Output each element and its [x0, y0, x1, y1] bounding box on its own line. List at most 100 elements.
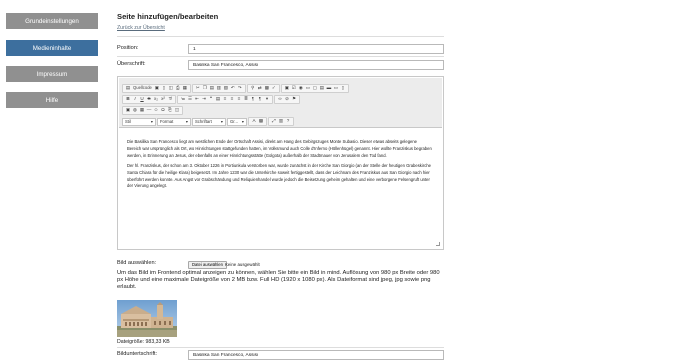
- editor-toolbar: ▤ Quellcode ▣ ▯ ◫ ⎙ ▦ ✂ ❐ ▤ ▥ ▧ ↶ ↷ ⚲ ⇄ …: [119, 78, 442, 128]
- heading-label: Überschrift:: [117, 61, 146, 67]
- paste-word-icon[interactable]: ▧: [223, 85, 229, 92]
- paste-icon[interactable]: ▤: [209, 85, 215, 92]
- numbered-list-icon[interactable]: ≔: [180, 96, 186, 103]
- styles-select[interactable]: Stil ▾: [122, 117, 156, 126]
- language-icon[interactable]: ▾: [264, 96, 270, 103]
- sidebar-item-hilfe[interactable]: Hilfe: [6, 92, 98, 108]
- flash-icon[interactable]: ◍: [132, 107, 138, 114]
- iframe-icon[interactable]: ◫: [174, 107, 180, 114]
- anchor-icon[interactable]: ⚑: [291, 96, 297, 103]
- align-right-icon[interactable]: ≡: [236, 96, 242, 103]
- font-select[interactable]: Schriftart ▾: [192, 117, 226, 126]
- size-select[interactable]: Gr... ▾: [227, 117, 247, 126]
- back-link[interactable]: Zurück zur Übersicht: [117, 25, 165, 31]
- special-char-icon[interactable]: Ω: [160, 107, 166, 114]
- text-color-icon[interactable]: A: [251, 118, 257, 125]
- caption-input[interactable]: [188, 350, 444, 360]
- superscript-icon[interactable]: x²: [160, 96, 166, 103]
- position-input[interactable]: [188, 44, 444, 54]
- button-field-icon[interactable]: ▬: [326, 85, 332, 92]
- cut-icon[interactable]: ✂: [195, 85, 201, 92]
- chevron-down-icon: ▾: [241, 119, 244, 124]
- heading-input[interactable]: [188, 60, 444, 70]
- image-thumbnail: [117, 300, 177, 337]
- toolbar-row: ▣ ◍ ▦ ― ☺ Ω ⎘ ◫: [122, 106, 183, 115]
- sidebar-item-grundeinstellungen[interactable]: Grundeinstellungen: [6, 13, 98, 29]
- editor-paragraph: Der hl. Franziskus, der schon am 3. Okto…: [127, 162, 431, 189]
- align-center-icon[interactable]: ≡: [229, 96, 235, 103]
- toolbar-group: ▣ ◍ ▦ ― ☺ Ω ⎘ ◫: [122, 106, 183, 115]
- blockquote-icon[interactable]: ❞: [208, 96, 214, 103]
- strike-icon[interactable]: S: [146, 96, 152, 103]
- sidebar-item-medieninhalte[interactable]: Medieninhalte: [6, 40, 98, 56]
- select-all-icon[interactable]: ▩: [264, 85, 270, 92]
- subscript-icon[interactable]: x₂: [153, 96, 159, 103]
- textarea-icon[interactable]: ▢: [312, 85, 318, 92]
- image-button-icon[interactable]: ▭: [333, 85, 339, 92]
- hidden-field-icon[interactable]: ▯: [340, 85, 346, 92]
- templates-icon[interactable]: ▦: [182, 85, 188, 92]
- table-icon[interactable]: ▦: [139, 107, 145, 114]
- hr-icon[interactable]: ―: [146, 107, 152, 114]
- smiley-icon[interactable]: ☺: [153, 107, 159, 114]
- basilica-image: [117, 300, 177, 337]
- show-blocks-icon[interactable]: ▥: [278, 118, 284, 125]
- bg-color-icon[interactable]: ▩: [258, 118, 264, 125]
- font-select-value: Schriftart: [195, 119, 212, 124]
- save-icon[interactable]: ▣: [154, 85, 160, 92]
- page-break-icon[interactable]: ⎘: [167, 107, 173, 114]
- preview-icon[interactable]: ◫: [168, 85, 174, 92]
- image-icon[interactable]: ▣: [125, 107, 131, 114]
- align-left-icon[interactable]: ≡: [222, 96, 228, 103]
- link-icon[interactable]: ∞: [277, 96, 283, 103]
- find-icon[interactable]: ⚲: [250, 85, 256, 92]
- underline-icon[interactable]: U: [139, 96, 145, 103]
- divider: [117, 347, 444, 348]
- remove-format-icon[interactable]: T̸: [167, 96, 173, 103]
- unlink-icon[interactable]: ⊘: [284, 96, 290, 103]
- maximize-icon[interactable]: ⤢: [271, 118, 277, 125]
- undo-icon[interactable]: ↶: [230, 85, 236, 92]
- toolbar-row: ▤ Quellcode ▣ ▯ ◫ ⎙ ▦ ✂ ❐ ▤ ▥ ▧ ↶ ↷ ⚲ ⇄ …: [122, 84, 349, 93]
- format-select[interactable]: Format ▾: [157, 117, 191, 126]
- radio-icon[interactable]: ◉: [298, 85, 304, 92]
- redo-icon[interactable]: ↷: [237, 85, 243, 92]
- toolbar-group: ∞ ⊘ ⚑: [274, 95, 300, 104]
- sidebar-item-impressum[interactable]: Impressum: [6, 66, 98, 82]
- toolbar-group: ⚲ ⇄ ▩ ✓: [246, 84, 280, 93]
- print-icon[interactable]: ⎙: [175, 85, 181, 92]
- divider: [117, 56, 444, 57]
- source-button[interactable]: Quellcode: [132, 86, 153, 92]
- paste-text-icon[interactable]: ▥: [216, 85, 222, 92]
- choose-file-button[interactable]: Datei auswählen: [188, 261, 227, 269]
- source-icon: ▤: [125, 85, 131, 91]
- copy-icon[interactable]: ❐: [202, 85, 208, 92]
- spellcheck-icon[interactable]: ✓: [271, 85, 277, 92]
- replace-icon[interactable]: ⇄: [257, 85, 263, 92]
- ltr-icon[interactable]: ¶: [250, 96, 256, 103]
- indent-icon[interactable]: ⇥: [201, 96, 207, 103]
- checkbox-icon[interactable]: ☑: [291, 85, 297, 92]
- bullet-list-icon[interactable]: ☰: [187, 96, 193, 103]
- resize-handle-icon[interactable]: [436, 242, 440, 246]
- justify-icon[interactable]: ≣: [243, 96, 249, 103]
- toolbar-group: ⤢ ▥ ?: [268, 117, 294, 126]
- new-page-icon[interactable]: ▯: [161, 85, 167, 92]
- image-select-label: Bild auswählen:: [117, 260, 157, 266]
- size-select-value: Gr...: [230, 119, 238, 124]
- div-icon[interactable]: ▤: [215, 96, 221, 103]
- editor-content[interactable]: Die Basilika San Francesco liegt am west…: [127, 139, 432, 193]
- bold-icon[interactable]: B: [125, 96, 131, 103]
- page-title: Seite hinzufügen/bearbeiten: [117, 12, 219, 21]
- upload-help-text: Um das Bild im Frontend optimal anzeigen…: [117, 270, 440, 291]
- italic-icon[interactable]: I: [132, 96, 138, 103]
- select-field-icon[interactable]: ▤: [319, 85, 325, 92]
- textfield-icon[interactable]: ▭: [305, 85, 311, 92]
- about-icon[interactable]: ?: [285, 118, 291, 125]
- outdent-icon[interactable]: ⇤: [194, 96, 200, 103]
- chevron-down-icon: ▾: [150, 119, 153, 124]
- caption-label: Bilduntertschrift:: [117, 351, 158, 357]
- toolbar-group: ▤ Quellcode ▣ ▯ ◫ ⎙ ▦: [122, 84, 191, 93]
- rtl-icon[interactable]: ¶: [257, 96, 263, 103]
- form-icon[interactable]: ▣: [284, 85, 290, 92]
